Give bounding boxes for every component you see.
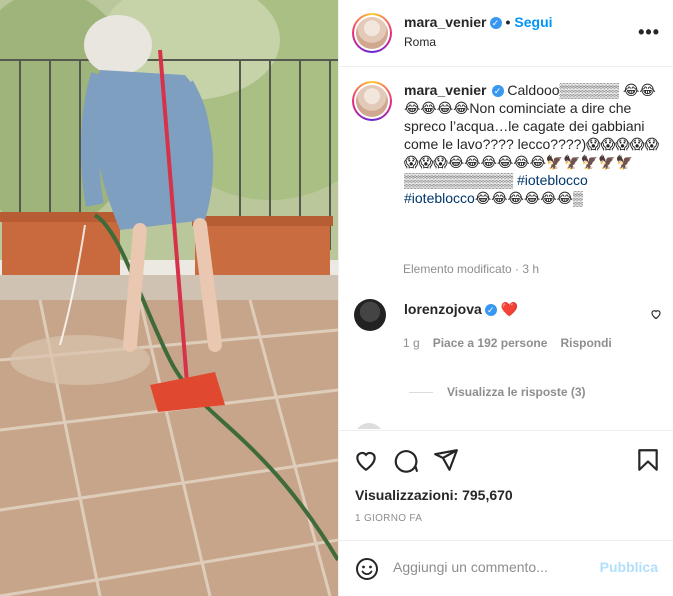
edited-timestamp: Elemento modificato · 3 h bbox=[403, 262, 540, 276]
post-details-panel: mara_venier ✓ • Segui Roma ••• mara_venier ✓… bbox=[338, 0, 673, 596]
caption-avatar[interactable] bbox=[352, 81, 392, 121]
action-bar: Visualizzazioni: 795,670 1 GIORNO FA bbox=[339, 430, 673, 540]
post-image bbox=[0, 0, 338, 596]
bookmark-icon[interactable] bbox=[635, 447, 661, 473]
view-replies-label: Visualizza le risposte (3) bbox=[447, 385, 586, 399]
hashtag-link[interactable]: #ioteblocco bbox=[404, 190, 475, 206]
like-comment-heart-icon[interactable] bbox=[650, 308, 662, 320]
post-photo[interactable] bbox=[0, 0, 338, 596]
comment-text: lorenzojova ✓ ❤️ bbox=[404, 301, 518, 318]
commenter-avatar[interactable] bbox=[354, 299, 386, 331]
verified-badge-icon: ✓ bbox=[484, 304, 497, 316]
comment-username[interactable]: lorenzojova bbox=[404, 301, 482, 317]
caption-body-end: 😂😂😂😂😂😂▒ bbox=[474, 190, 583, 206]
follow-button[interactable]: Segui bbox=[514, 14, 552, 30]
comment-meta: 1 g Piace a 192 persone Rispondi bbox=[403, 336, 625, 350]
reply-button[interactable]: Rispondi bbox=[560, 336, 611, 350]
heart-icon[interactable] bbox=[353, 447, 379, 473]
location-link[interactable]: Roma bbox=[404, 35, 436, 49]
comment-input[interactable] bbox=[393, 555, 593, 579]
avatar[interactable] bbox=[352, 13, 392, 53]
verified-badge-icon: ✓ bbox=[491, 85, 504, 97]
publish-button[interactable]: Pubblica bbox=[600, 559, 658, 575]
comment-icon[interactable] bbox=[393, 447, 419, 473]
comment-likes-link[interactable]: Piace a 192 persone bbox=[433, 336, 548, 350]
comment-time: 1 g bbox=[403, 336, 420, 350]
emoji-icon[interactable] bbox=[355, 557, 379, 581]
views-label: Visualizzazioni: bbox=[355, 487, 459, 503]
views-count: Visualizzazioni: 795,670 bbox=[355, 487, 513, 503]
caption-username[interactable]: mara_venier bbox=[404, 82, 487, 98]
comment-item: lorenzojova ✓ ❤️ bbox=[352, 299, 662, 333]
separator-dot: • bbox=[505, 14, 511, 30]
verified-badge-icon: ✓ bbox=[489, 17, 502, 29]
view-replies-button[interactable]: Visualizza le risposte (3) bbox=[409, 385, 586, 399]
hashtag-link[interactable]: #ioteblocco bbox=[517, 172, 588, 188]
caption-text: mara_venier ✓ Caldooo▒▒▒▒▒▒ 😂😂😂😂😂😂Non com… bbox=[404, 81, 662, 207]
more-options-icon[interactable]: ••• bbox=[638, 22, 660, 43]
header-name-line: mara_venier ✓ • Segui bbox=[404, 14, 553, 30]
comments-section[interactable]: mara_venier ✓ Caldooo▒▒▒▒▒▒ 😂😂😂😂😂😂Non com… bbox=[339, 67, 673, 429]
comment-body: ❤️ bbox=[496, 301, 519, 317]
share-icon[interactable] bbox=[433, 447, 459, 473]
next-comment-avatar bbox=[354, 423, 384, 429]
post-header: mara_venier ✓ • Segui Roma ••• bbox=[339, 0, 673, 67]
header-username[interactable]: mara_venier bbox=[404, 14, 487, 30]
add-comment-bar: Pubblica bbox=[339, 540, 673, 596]
instagram-post: mara_venier ✓ • Segui Roma ••• mara_venier ✓… bbox=[0, 0, 673, 596]
post-date: 1 GIORNO FA bbox=[355, 513, 423, 524]
replies-divider bbox=[409, 392, 433, 394]
views-value: 795,670 bbox=[462, 487, 513, 503]
